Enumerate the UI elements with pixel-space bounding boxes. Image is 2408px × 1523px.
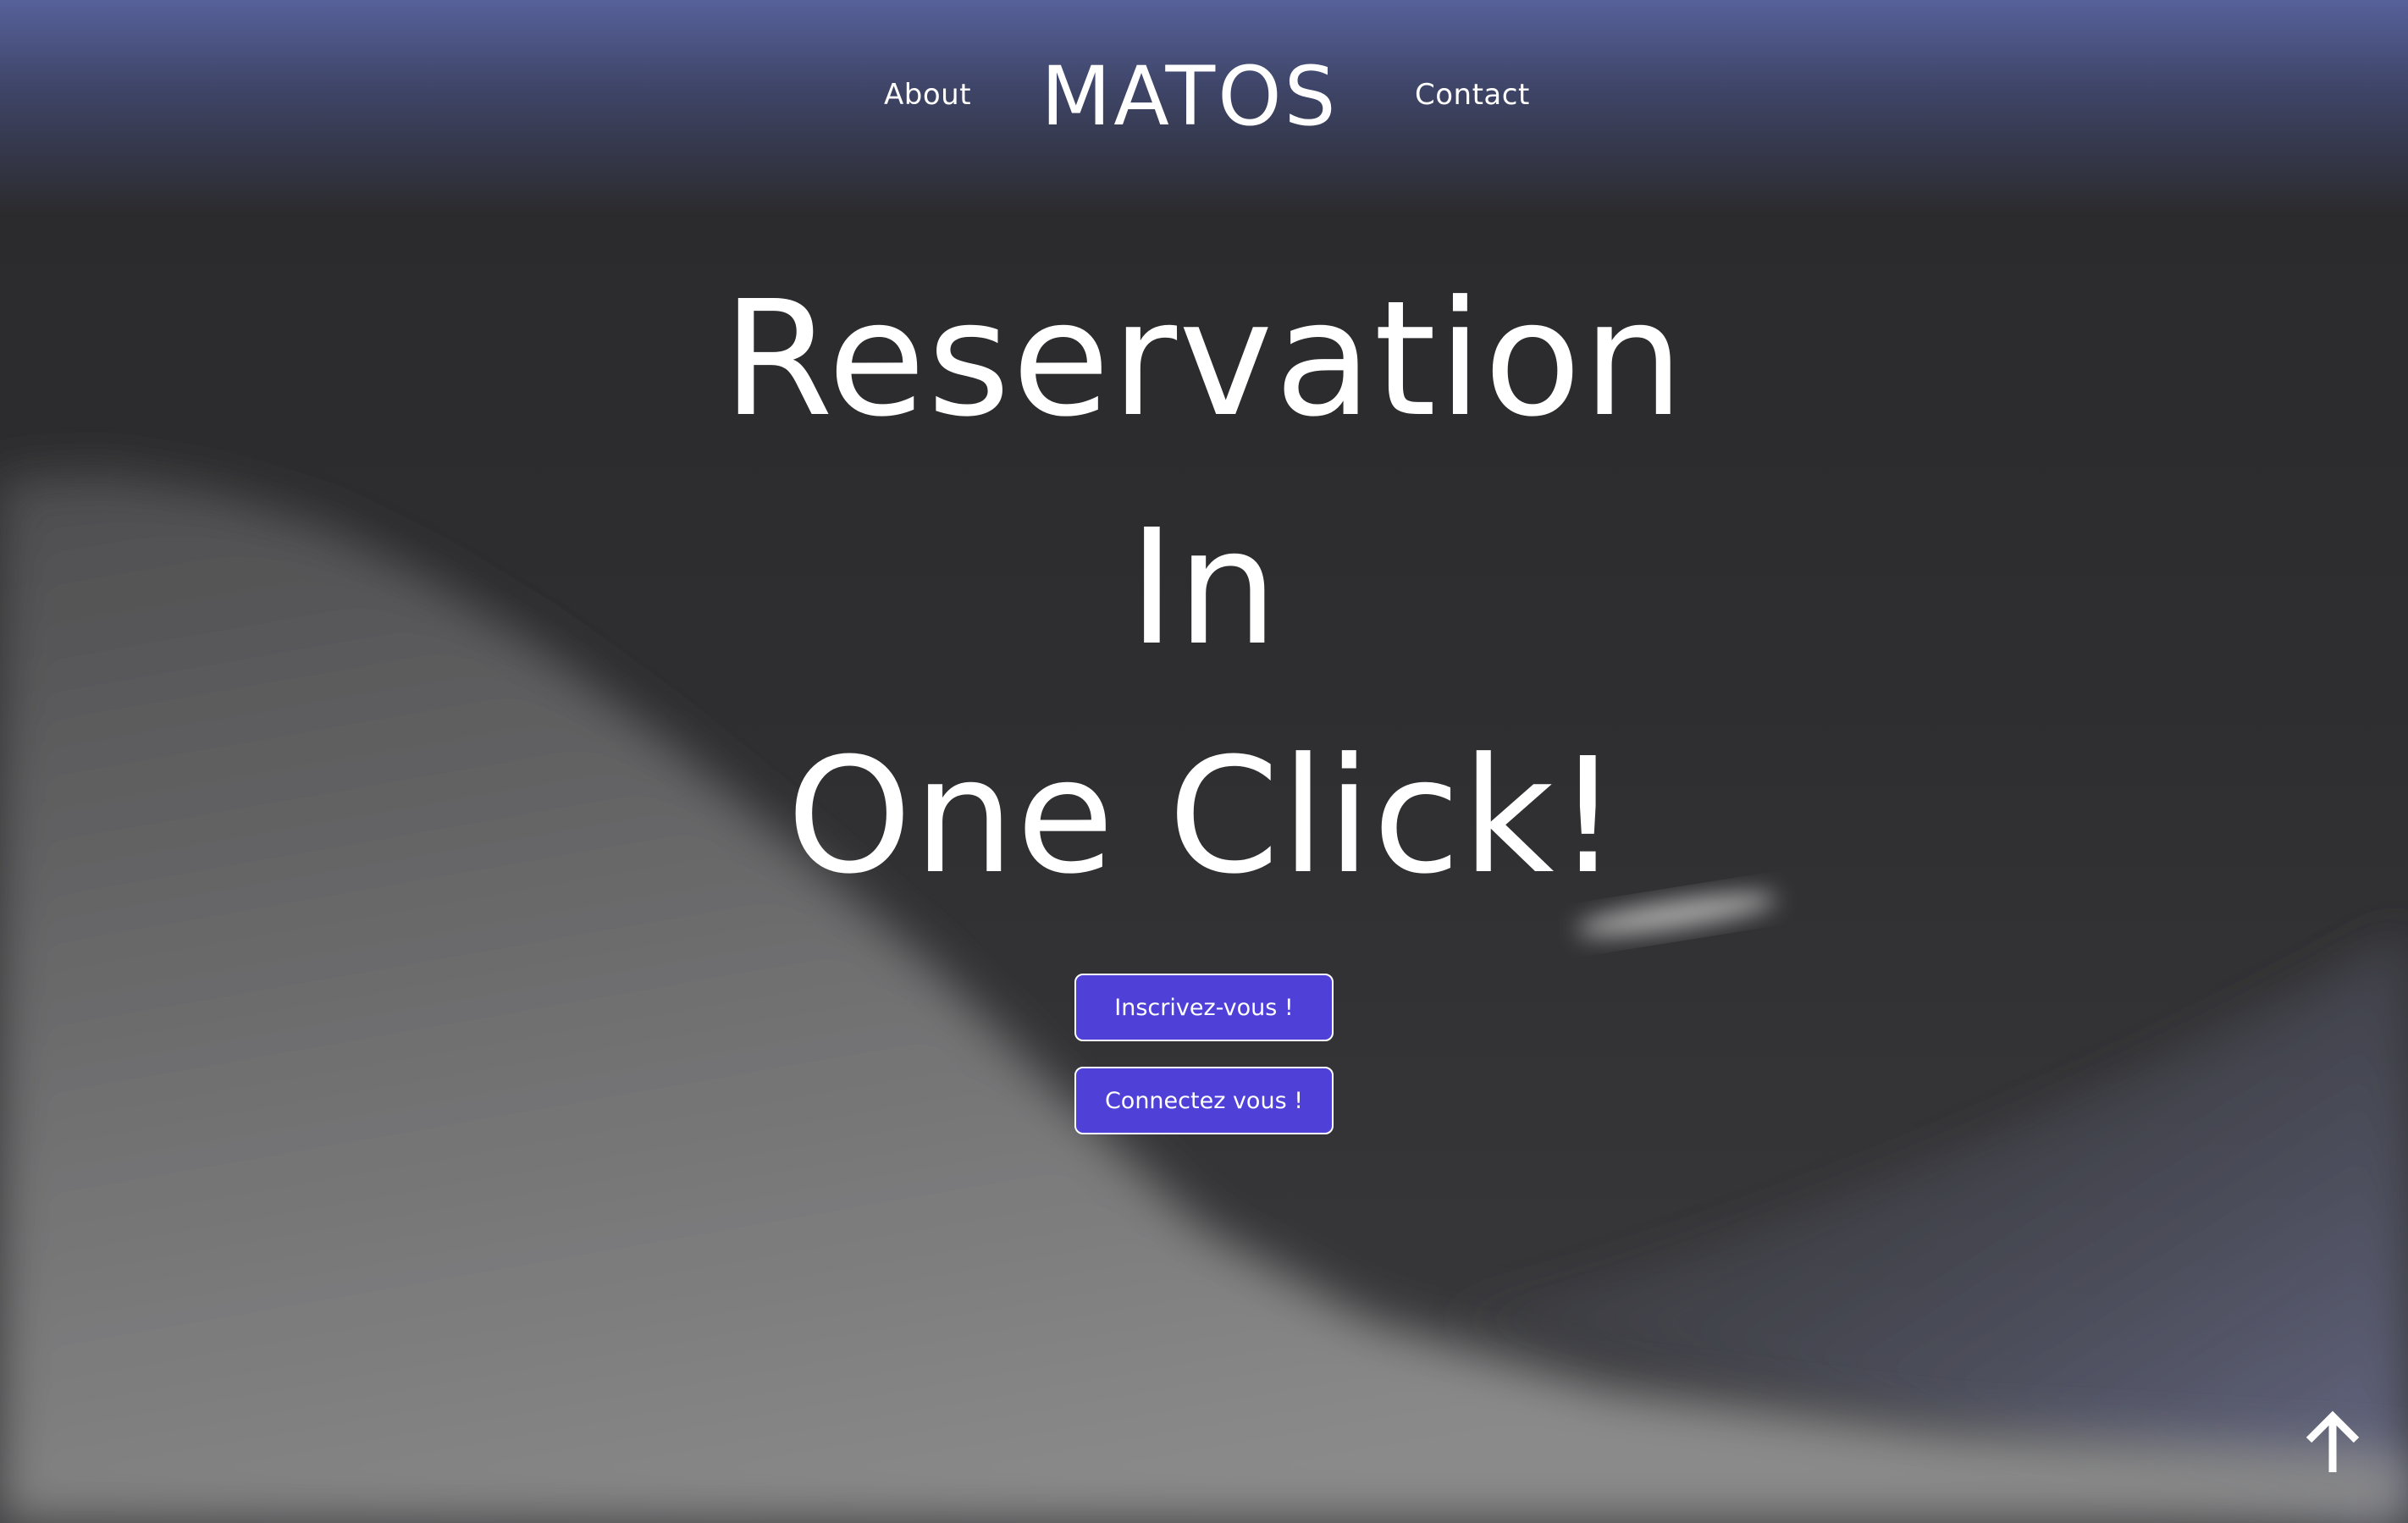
hero-headline: Reservation In One Click!: [0, 246, 2408, 931]
nav-link-contact[interactable]: Contact: [1415, 78, 1530, 112]
top-navigation: About MATOS Contact: [0, 0, 2408, 207]
arrow-up-icon: [2306, 1410, 2360, 1472]
signup-button[interactable]: Inscrivez-vous !: [1074, 974, 1334, 1041]
login-button[interactable]: Connectez vous !: [1074, 1067, 1334, 1134]
hero-line-3: One Click!: [787, 724, 1621, 909]
nav-link-about[interactable]: About: [884, 78, 971, 112]
hero-line-1: Reservation: [722, 267, 1686, 452]
scroll-to-top-button[interactable]: [2299, 1410, 2367, 1477]
hero-actions: Inscrivez-vous ! Connectez vous !: [0, 974, 2408, 1134]
hero-line-2: In: [1128, 495, 1280, 681]
brand-logo[interactable]: MATOS: [1016, 52, 1363, 142]
